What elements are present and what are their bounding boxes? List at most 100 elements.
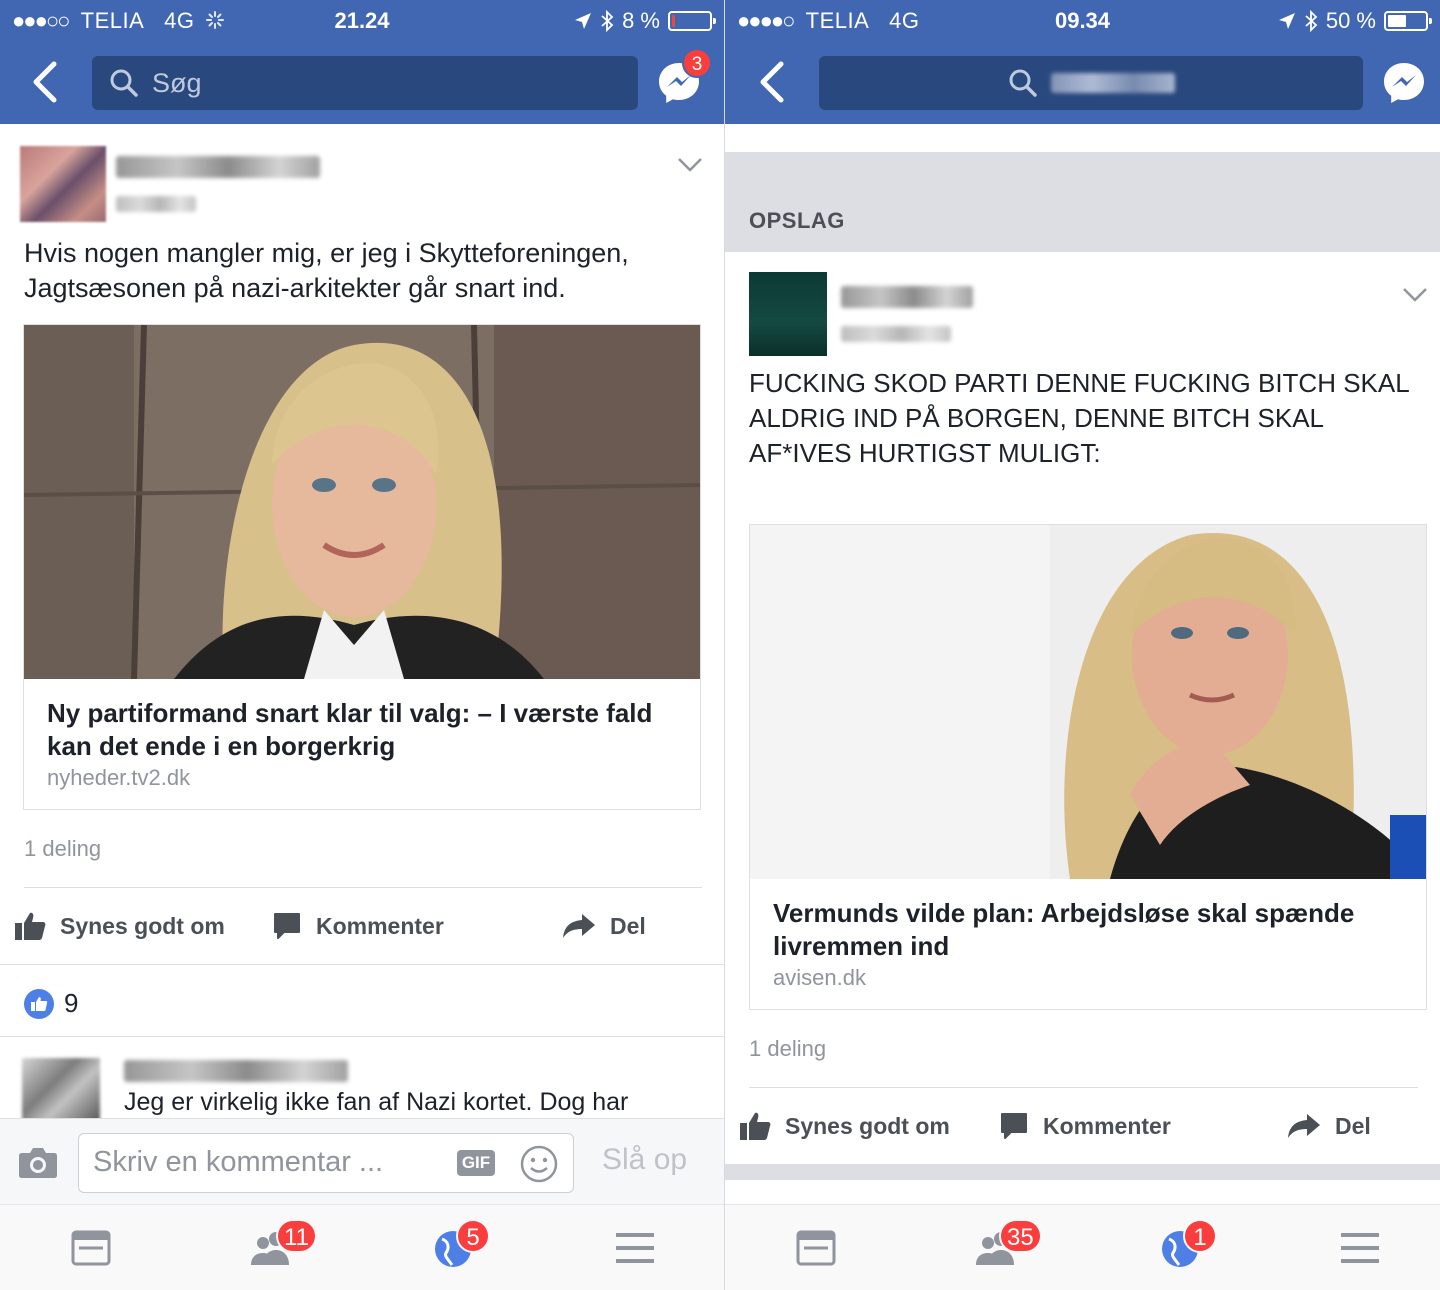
- like-label: Synes godt om: [785, 1112, 950, 1139]
- section-label: OPSLAG: [749, 208, 845, 233]
- battery-icon: [668, 11, 716, 31]
- chevron-down-icon[interactable]: [1401, 286, 1429, 304]
- thumbs-up-icon: [740, 1112, 771, 1140]
- nav-bar: ●●●●○ TELIA 4G 09.34 50 %: [725, 0, 1440, 124]
- status-bar: ●●●●○ TELIA 4G 09.34 50 %: [725, 0, 1440, 40]
- comment-button[interactable]: Kommenter: [999, 1096, 1171, 1156]
- commenter-avatar[interactable]: [22, 1058, 100, 1122]
- notifications-badge: 5: [456, 1219, 490, 1253]
- messenger-badge: 3: [682, 48, 712, 78]
- camera-icon[interactable]: [18, 1145, 58, 1179]
- like-label: Synes godt om: [60, 912, 225, 939]
- author-avatar[interactable]: [749, 272, 827, 356]
- author-avatar[interactable]: [20, 146, 106, 222]
- divider: [24, 887, 702, 888]
- post-comment-button[interactable]: Slå op: [602, 1143, 687, 1177]
- feed-separator: [725, 1164, 1440, 1180]
- news-feed-icon[interactable]: [68, 1225, 114, 1271]
- bluetooth-icon: [1305, 10, 1318, 32]
- share-label: Del: [610, 912, 646, 939]
- share-count[interactable]: 1 deling: [749, 1036, 826, 1062]
- thumbs-up-icon: [15, 912, 46, 940]
- post-actions: Synes godt om Kommenter Del: [0, 896, 724, 956]
- friend-requests-badge: 35: [999, 1219, 1042, 1253]
- menu-icon[interactable]: [612, 1225, 658, 1271]
- divider: [0, 1036, 724, 1037]
- search-icon: [1009, 69, 1037, 97]
- share-count[interactable]: 1 deling: [24, 836, 101, 862]
- battery-level: [672, 15, 675, 27]
- battery-percent: 50 %: [1325, 8, 1376, 33]
- author-name-redacted[interactable]: [116, 156, 320, 178]
- section-header: [725, 152, 1440, 252]
- search-input[interactable]: [819, 56, 1363, 110]
- link-domain: avisen.dk: [773, 965, 866, 990]
- link-title: Ny partiformand snart klar til valg: – I…: [47, 698, 653, 761]
- status-right: 50 %: [1278, 8, 1432, 34]
- link-title: Vermunds vilde plan: Arbejdsløse skal sp…: [773, 898, 1355, 961]
- post-text: Hvis nogen mangler mig, er jeg i Skyttef…: [24, 238, 629, 303]
- back-arrow-icon[interactable]: [753, 58, 793, 106]
- search-query-redacted: [1051, 73, 1175, 93]
- share-arrow-icon: [1288, 1114, 1320, 1138]
- share-button[interactable]: Del: [562, 896, 646, 956]
- link-domain: nyheder.tv2.dk: [47, 765, 191, 790]
- location-arrow-icon: [575, 13, 592, 29]
- portrait-photo: [750, 525, 1426, 879]
- comment-label: Kommenter: [1043, 1112, 1171, 1139]
- status-right: 8 %: [574, 8, 716, 34]
- comment-preview: Jeg er virkelig ikke fan af Nazi kortet.…: [124, 1088, 629, 1116]
- link-preview-image: [24, 325, 700, 679]
- notifications-badge: 1: [1183, 1219, 1217, 1253]
- link-preview-card[interactable]: Vermunds vilde plan: Arbejdsløse skal sp…: [749, 524, 1427, 1010]
- comment-icon: [274, 913, 300, 939]
- portrait-photo: [24, 325, 700, 679]
- commenter-name-redacted[interactable]: [124, 1060, 348, 1082]
- like-reaction-icon: [24, 988, 54, 1019]
- comment-button[interactable]: Kommenter: [272, 896, 444, 956]
- screens: ●●●○○ TELIA 4G 21.24 8 % Søg 3 Hvis noge…: [0, 0, 1440, 1290]
- like-count: 9: [64, 988, 79, 1018]
- like-button[interactable]: Synes godt om: [739, 1096, 950, 1156]
- gif-button[interactable]: GIF: [457, 1150, 495, 1176]
- link-preview-card[interactable]: Ny partiformand snart klar til valg: – I…: [23, 324, 701, 810]
- author-name-redacted[interactable]: [841, 286, 973, 308]
- comment-composer: Skriv en kommentar ... GIF Slå op: [0, 1118, 724, 1204]
- like-button[interactable]: Synes godt om: [14, 896, 225, 956]
- post-timestamp-redacted: [841, 326, 951, 342]
- chevron-down-icon[interactable]: [676, 156, 704, 174]
- divider: [0, 964, 724, 965]
- post-text: FUCKING SKOD PARTI DENNE FUCKING BITCH S…: [749, 368, 1409, 468]
- comment-input[interactable]: Skriv en kommentar ... GIF: [78, 1133, 574, 1193]
- search-icon: [110, 69, 138, 97]
- battery-percent: 8 %: [622, 8, 660, 33]
- battery-level: [1388, 15, 1406, 27]
- search-input[interactable]: Søg: [92, 56, 638, 110]
- menu-icon[interactable]: [1337, 1225, 1383, 1271]
- divider: [749, 1087, 1418, 1088]
- emoji-icon[interactable]: [519, 1144, 559, 1184]
- share-label: Del: [1335, 1112, 1371, 1139]
- post-timestamp-redacted: [116, 196, 196, 212]
- share-arrow-icon: [563, 914, 595, 938]
- left-phone-screen: ●●●○○ TELIA 4G 21.24 8 % Søg 3 Hvis noge…: [0, 0, 724, 1290]
- comment-icon: [1001, 1113, 1027, 1139]
- news-feed-icon[interactable]: [793, 1225, 839, 1271]
- nav-bar: ●●●○○ TELIA 4G 21.24 8 % Søg 3: [0, 0, 724, 124]
- tab-bar: 11 5: [0, 1204, 724, 1290]
- battery-icon: [1384, 11, 1432, 31]
- right-phone-screen: ●●●●○ TELIA 4G 09.34 50 % OPSLAG FUCKING…: [724, 0, 1440, 1290]
- post-actions: Synes godt om Kommenter Del: [725, 1096, 1440, 1156]
- share-button[interactable]: Del: [1287, 1096, 1371, 1156]
- friend-requests-badge: 11: [276, 1219, 317, 1253]
- tab-bar: 35 1: [725, 1204, 1440, 1290]
- bluetooth-icon: [601, 10, 614, 32]
- comment-placeholder: Skriv en kommentar ...: [93, 1146, 384, 1178]
- back-arrow-icon[interactable]: [26, 58, 66, 106]
- messenger-icon[interactable]: [1381, 60, 1427, 106]
- like-summary[interactable]: 9: [24, 988, 78, 1019]
- location-arrow-icon: [1278, 13, 1295, 29]
- status-bar: ●●●○○ TELIA 4G 21.24 8 %: [0, 0, 724, 40]
- comment-label: Kommenter: [316, 912, 444, 939]
- link-preview-image: [750, 525, 1426, 879]
